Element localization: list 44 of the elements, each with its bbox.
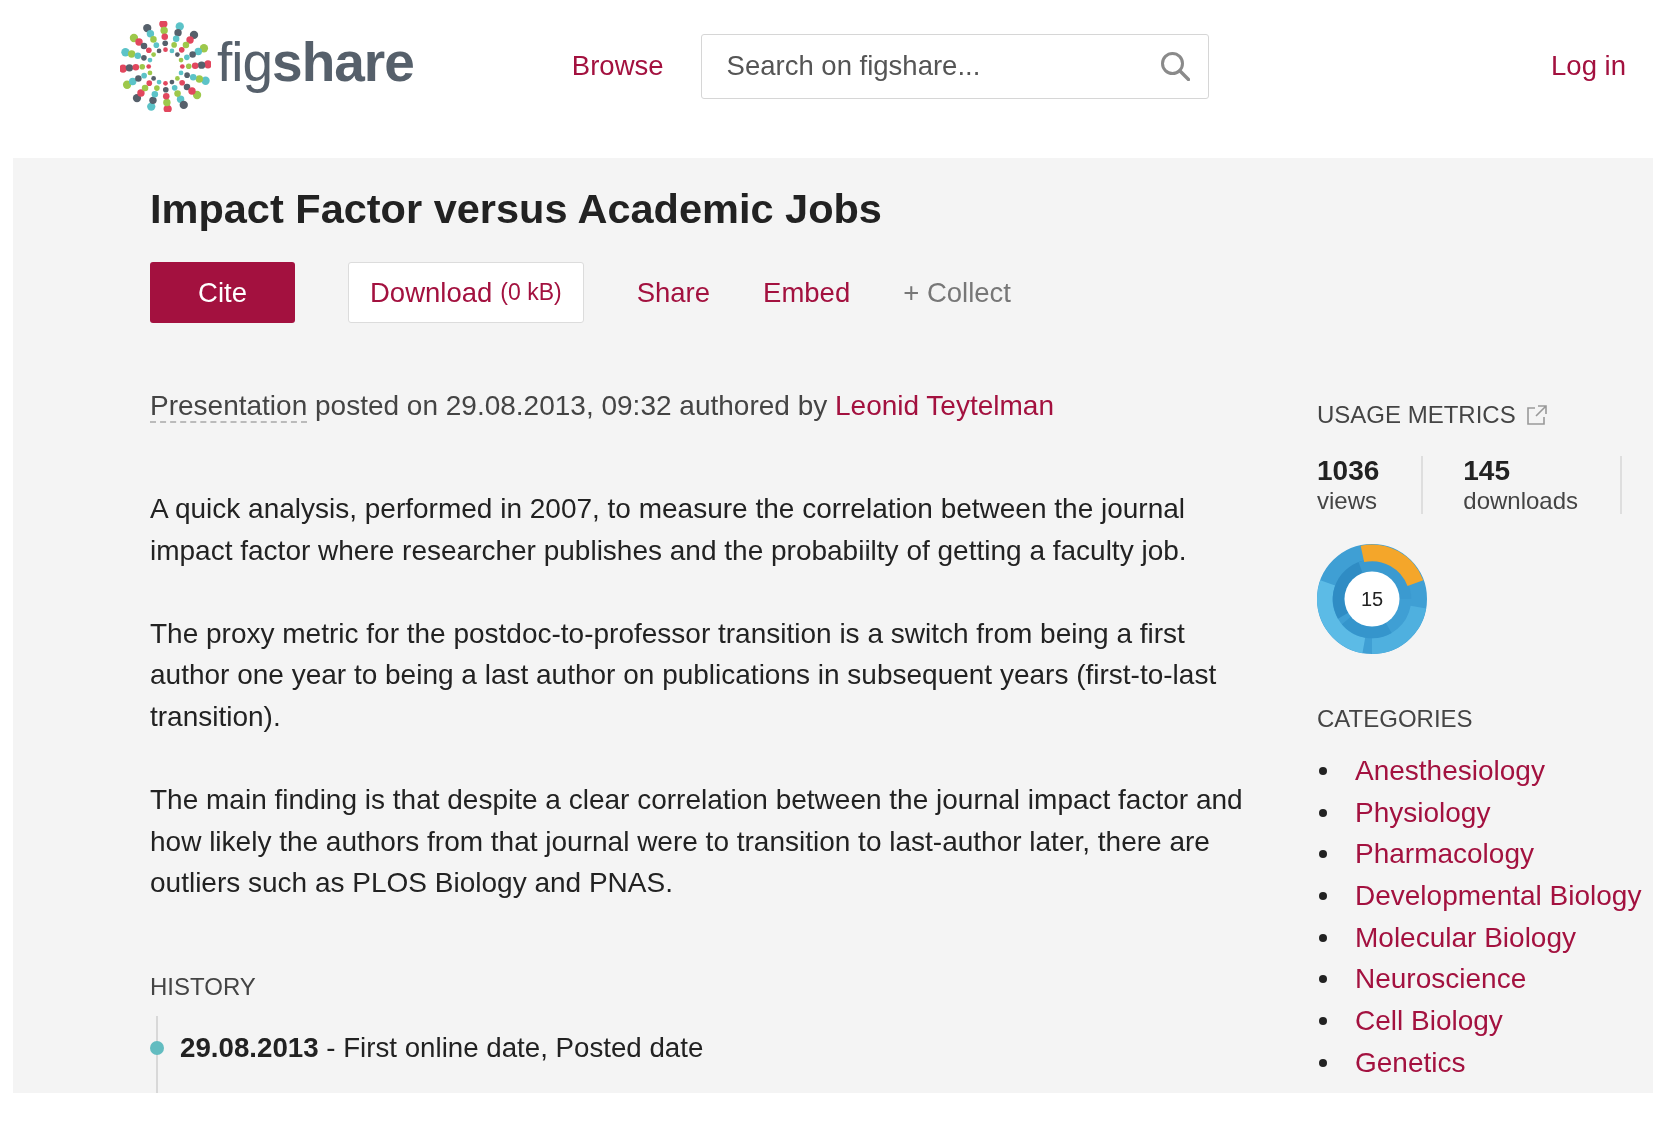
category-link[interactable]: Neuroscience: [1355, 963, 1527, 996]
bullet-icon: [1319, 1058, 1327, 1067]
timeline-dot-icon: [150, 1040, 164, 1055]
description-paragraph: The main finding is that despite a clear correlation between the journal impact factor and how likely the authors from that journal were to transition to last-author later, there are outliers such as PLOS Biology and PNAS.: [150, 783, 1244, 901]
category-link[interactable]: Genetics: [1355, 1046, 1466, 1079]
history-entry: 29.08.2013 - First online date, Posted date: [180, 1031, 704, 1064]
stat-label: downloads: [1463, 486, 1579, 516]
category-link[interactable]: Pharmacology: [1355, 838, 1534, 871]
page-title: Impact Factor versus Academic Jobs: [150, 184, 883, 234]
bullet-icon: [1319, 850, 1327, 859]
category-link[interactable]: Cell Biology: [1355, 1004, 1503, 1037]
description-paragraph: A quick analysis, performed in 2007, to measure the correlation between the journal impact factor where researcher publishes and the probabiilty of getting a faculty job.: [150, 492, 1188, 568]
nav-link[interactable]: Browse: [571, 50, 664, 82]
download-button[interactable]: Download (0 kB): [348, 262, 584, 323]
score-ring-badge[interactable]: 15: [1317, 544, 1427, 654]
search-icon[interactable]: [1159, 50, 1190, 81]
bullet-icon: [1319, 1016, 1327, 1025]
stat-value: 145: [1463, 456, 1511, 486]
item-type-label[interactable]: Presentation: [150, 390, 308, 423]
bullet-icon: [1319, 766, 1327, 775]
dotted-spiral-logo-icon[interactable]: [120, 20, 211, 112]
bullet-icon: [1319, 808, 1327, 817]
action-link[interactable]: Embed: [763, 262, 851, 323]
section-heading: HISTORY: [150, 971, 256, 1002]
author-link[interactable]: Leonid Teytelman: [835, 390, 1054, 421]
search-field[interactable]: Search on figshare...: [700, 33, 1209, 99]
external-link-icon[interactable]: [1525, 404, 1548, 426]
category-link[interactable]: Physiology: [1355, 796, 1491, 829]
section-heading: USAGE METRICS: [1317, 400, 1516, 430]
category-link[interactable]: Anesthesiology: [1355, 754, 1545, 787]
description-paragraph: The proxy metric for the postdoc-to-professor transition is a switch from being a first author one year to being a last author on publications in subsequent years (first-to-last transition).: [150, 616, 1218, 734]
stat-label: views: [1317, 486, 1378, 516]
muted-link[interactable]: + Collect: [903, 262, 1011, 323]
bullet-icon: [1319, 891, 1327, 900]
bullet-icon: [1319, 975, 1327, 984]
bullet-icon: [1319, 933, 1327, 942]
login-link[interactable]: Log in: [1551, 50, 1626, 82]
category-link[interactable]: Developmental Biology: [1355, 879, 1642, 912]
section-heading: CATEGORIES: [1317, 704, 1473, 734]
stat-value: 1036: [1317, 456, 1380, 486]
category-link[interactable]: Molecular Biology: [1355, 921, 1576, 954]
primary-button[interactable]: Cite: [150, 262, 295, 323]
meta-line: Presentation posted on 29.08.2013, 09:32 authored by Leonid Teytelman: [150, 389, 1055, 425]
action-link[interactable]: Share: [636, 262, 711, 323]
